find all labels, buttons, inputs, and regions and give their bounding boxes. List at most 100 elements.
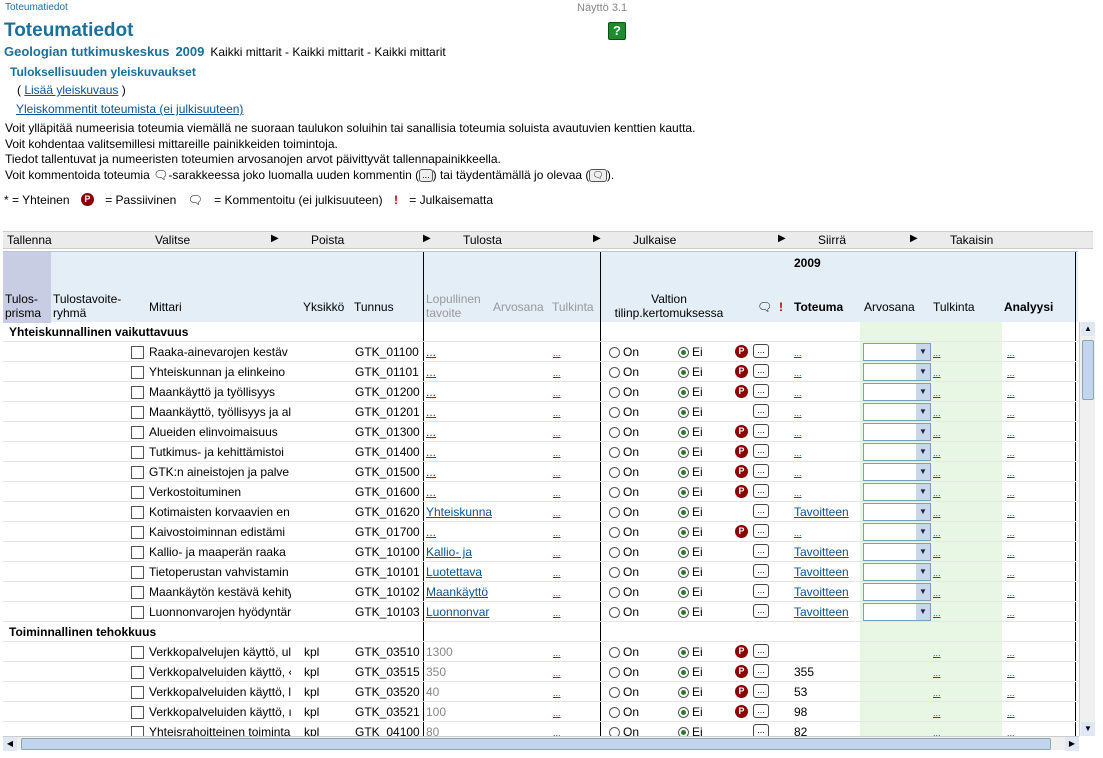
- publish-arrow-icon[interactable]: ▶: [778, 233, 786, 244]
- tulkinta-link[interactable]: ...: [933, 708, 941, 718]
- publish-on-radio[interactable]: On: [609, 345, 639, 359]
- arvosana-select[interactable]: ▼: [863, 563, 931, 581]
- tulkinta-prev-link[interactable]: ...: [553, 668, 561, 678]
- tulkinta-prev-link[interactable]: ...: [553, 588, 561, 598]
- tulkinta-prev-link[interactable]: ...: [553, 648, 561, 658]
- publish-on-radio[interactable]: On: [609, 365, 639, 379]
- row-checkbox[interactable]: [131, 726, 144, 736]
- row-checkbox[interactable]: [131, 666, 144, 679]
- tavoite-link[interactable]: ...: [426, 405, 492, 419]
- radio-on-icon[interactable]: [609, 647, 620, 659]
- toteuma-cell[interactable]: ...: [794, 368, 856, 378]
- tavoite-link[interactable]: ...: [426, 385, 492, 399]
- toteuma-cell[interactable]: Tavoitteen: [794, 585, 856, 599]
- radio-on-icon[interactable]: [609, 407, 620, 419]
- radio-ei-icon[interactable]: [678, 367, 689, 379]
- tulkinta-prev-link[interactable]: ...: [553, 388, 561, 398]
- analyysi-link[interactable]: ...: [1007, 728, 1015, 736]
- radio-on-icon[interactable]: [609, 507, 620, 519]
- chevron-down-icon[interactable]: ▼: [916, 404, 930, 420]
- vertical-scroll-thumb[interactable]: [1082, 340, 1094, 400]
- publish-ei-radio[interactable]: Ei: [678, 345, 703, 359]
- publish-on-radio[interactable]: On: [609, 665, 639, 679]
- tulkinta-prev-link[interactable]: ...: [553, 708, 561, 718]
- comment-button[interactable]: ...: [753, 604, 769, 618]
- radio-on-icon[interactable]: [609, 707, 620, 719]
- chevron-down-icon[interactable]: ▼: [916, 484, 930, 500]
- radio-on-icon[interactable]: [609, 387, 620, 399]
- analyysi-link[interactable]: ...: [1007, 488, 1015, 498]
- horizontal-scrollbar[interactable]: ◀ ▶: [3, 736, 1079, 751]
- row-checkbox[interactable]: [131, 546, 144, 559]
- radio-on-icon[interactable]: [609, 567, 620, 579]
- chevron-down-icon[interactable]: ▼: [916, 584, 930, 600]
- toteuma-cell[interactable]: Tavoitteen: [794, 505, 856, 519]
- save-button[interactable]: Tallenna: [7, 233, 52, 247]
- radio-on-icon[interactable]: [609, 727, 620, 736]
- radio-on-icon[interactable]: [609, 447, 620, 459]
- toteuma-cell[interactable]: ...: [794, 408, 856, 418]
- chevron-down-icon[interactable]: ▼: [916, 344, 930, 360]
- publish-ei-radio[interactable]: Ei: [678, 485, 703, 499]
- tulkinta-prev-link[interactable]: ...: [553, 508, 561, 518]
- radio-on-icon[interactable]: [609, 487, 620, 499]
- arvosana-select[interactable]: ▼: [863, 543, 931, 561]
- tavoite-link[interactable]: ...: [426, 525, 492, 539]
- row-checkbox[interactable]: [131, 646, 144, 659]
- publish-on-radio[interactable]: On: [609, 725, 639, 736]
- radio-on-icon[interactable]: [609, 347, 620, 359]
- publish-on-radio[interactable]: On: [609, 585, 639, 599]
- tulkinta-link[interactable]: ...: [933, 368, 941, 378]
- tavoite-link[interactable]: 40: [426, 685, 492, 699]
- publish-on-radio[interactable]: On: [609, 525, 639, 539]
- move-arrow-icon[interactable]: ▶: [910, 233, 918, 244]
- tavoite-link[interactable]: Yhteiskunna: [426, 505, 492, 519]
- tavoite-link[interactable]: ...: [426, 485, 492, 499]
- analyysi-link[interactable]: ...: [1007, 588, 1015, 598]
- publish-on-radio[interactable]: On: [609, 485, 639, 499]
- toteuma-cell[interactable]: Tavoitteen: [794, 605, 856, 619]
- tavoite-link[interactable]: 1300: [426, 645, 492, 659]
- comment-button[interactable]: ...: [753, 404, 769, 418]
- tulkinta-link[interactable]: ...: [933, 508, 941, 518]
- toteuma-cell[interactable]: ...: [794, 488, 856, 498]
- comment-button[interactable]: ...: [753, 544, 769, 558]
- analyysi-link[interactable]: ...: [1007, 368, 1015, 378]
- analyysi-link[interactable]: ...: [1007, 468, 1015, 478]
- arvosana-select[interactable]: ▼: [863, 423, 931, 441]
- radio-ei-icon[interactable]: [678, 607, 689, 619]
- tulkinta-link[interactable]: ...: [933, 728, 941, 736]
- radio-ei-icon[interactable]: [678, 507, 689, 519]
- radio-on-icon[interactable]: [609, 667, 620, 679]
- row-checkbox[interactable]: [131, 346, 144, 359]
- tulkinta-prev-link[interactable]: ...: [553, 348, 561, 358]
- back-button[interactable]: Takaisin: [950, 233, 993, 247]
- analyysi-link[interactable]: ...: [1007, 448, 1015, 458]
- publish-ei-radio[interactable]: Ei: [678, 725, 703, 736]
- tulkinta-prev-link[interactable]: ...: [553, 368, 561, 378]
- toteuma-cell[interactable]: 355: [794, 665, 856, 679]
- print-menu[interactable]: Tulosta: [463, 233, 502, 247]
- analyysi-link[interactable]: ...: [1007, 608, 1015, 618]
- chevron-down-icon[interactable]: ▼: [916, 364, 930, 380]
- publish-ei-radio[interactable]: Ei: [678, 445, 703, 459]
- analyysi-link[interactable]: ...: [1007, 568, 1015, 578]
- comment-button[interactable]: ...: [753, 444, 769, 458]
- publish-on-radio[interactable]: On: [609, 645, 639, 659]
- analyysi-link[interactable]: ...: [1007, 508, 1015, 518]
- arvosana-select[interactable]: ▼: [863, 443, 931, 461]
- comment-button[interactable]: ...: [753, 344, 769, 358]
- publish-ei-radio[interactable]: Ei: [678, 425, 703, 439]
- vertical-scrollbar[interactable]: ▲ ▼: [1079, 322, 1095, 736]
- chevron-down-icon[interactable]: ▼: [916, 604, 930, 620]
- tavoite-link[interactable]: ...: [426, 425, 492, 439]
- tulkinta-prev-link[interactable]: ...: [553, 688, 561, 698]
- publish-ei-radio[interactable]: Ei: [678, 525, 703, 539]
- row-checkbox[interactable]: [131, 406, 144, 419]
- comment-button[interactable]: ...: [753, 364, 769, 378]
- row-checkbox[interactable]: [131, 466, 144, 479]
- comment-button[interactable]: ...: [753, 584, 769, 598]
- tavoite-link[interactable]: Kallio- ja: [426, 545, 492, 559]
- arvosana-select[interactable]: ▼: [863, 383, 931, 401]
- tavoite-link[interactable]: ...: [426, 465, 492, 479]
